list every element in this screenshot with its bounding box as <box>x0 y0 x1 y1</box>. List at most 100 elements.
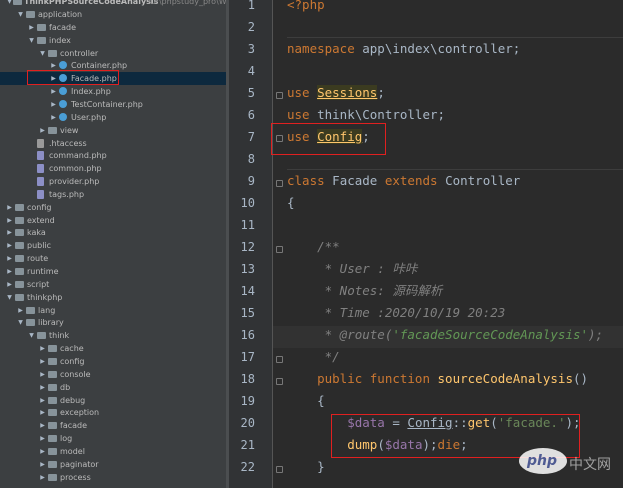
chevron-down-icon[interactable]: ▼ <box>6 0 13 8</box>
tree-item[interactable]: ▼ controller <box>0 47 229 60</box>
fold-marker-icon[interactable] <box>276 92 283 99</box>
tree-item[interactable]: ▶ paginator <box>0 458 229 471</box>
chevron-right-icon[interactable]: ▶ <box>6 278 13 291</box>
fold-marker-icon[interactable] <box>276 246 283 253</box>
tree-item[interactable]: ▶ model <box>0 445 229 458</box>
tree-item[interactable]: ▶ User.php <box>0 111 229 124</box>
chevron-right-icon[interactable]: ▶ <box>6 226 13 239</box>
chevron-right-icon[interactable]: ▶ <box>50 98 57 111</box>
tree-item[interactable]: ▶ console <box>0 368 229 381</box>
folder-icon <box>15 216 24 224</box>
tree-item[interactable]: ▶ runtime <box>0 265 229 278</box>
tree-item[interactable]: ▶ config <box>0 355 229 368</box>
chevron-right-icon[interactable]: ▶ <box>28 21 35 34</box>
chevron-right-icon[interactable]: ▶ <box>50 111 57 124</box>
chevron-right-icon[interactable]: ▶ <box>39 445 46 458</box>
tree-item[interactable]: provider.php <box>0 175 229 188</box>
tree-item[interactable]: ▶ kaka <box>0 226 229 239</box>
tree-item[interactable]: ▼ think <box>0 329 229 342</box>
tree-item-label: common.php <box>49 164 102 174</box>
tree-item[interactable]: ▶ route <box>0 252 229 265</box>
tree-item[interactable]: ▶ extend <box>0 214 229 227</box>
chevron-right-icon[interactable]: ▶ <box>6 265 13 278</box>
code-line-1: <?php <box>287 0 325 12</box>
chevron-right-icon[interactable]: ▶ <box>39 458 46 471</box>
tree-item[interactable]: ▶ debug <box>0 394 229 407</box>
chevron-down-icon[interactable]: ▼ <box>28 34 35 47</box>
tree-root-row[interactable]: ▼ ThinkPHPSourceCodeAnalysis D:\phpstudy… <box>0 0 229 8</box>
project-tree-panel: ▼ ThinkPHPSourceCodeAnalysis D:\phpstudy… <box>0 0 229 488</box>
code-line-3: namespace app\index\controller; <box>287 41 521 56</box>
fold-marker-icon[interactable] <box>276 180 283 187</box>
folder-icon <box>48 357 57 365</box>
annotation-box-facade-file <box>27 70 119 85</box>
chevron-down-icon[interactable]: ▼ <box>28 329 35 342</box>
chevron-right-icon[interactable]: ▶ <box>50 85 57 98</box>
folder-icon <box>48 383 57 391</box>
tree-item[interactable]: command.php <box>0 149 229 162</box>
tree-item[interactable]: ▶ lang <box>0 304 229 317</box>
tree-item[interactable]: ▶ facade <box>0 419 229 432</box>
tree-item[interactable]: ▶ script <box>0 278 229 291</box>
tree-item[interactable]: ▼ index <box>0 34 229 47</box>
fold-marker-icon[interactable] <box>276 466 283 473</box>
chevron-right-icon[interactable]: ▶ <box>39 406 46 419</box>
chevron-down-icon[interactable]: ▼ <box>6 291 13 304</box>
tree-item[interactable]: ▼ library <box>0 316 229 329</box>
chevron-down-icon[interactable]: ▼ <box>17 8 24 21</box>
tree-item[interactable]: ▶ config <box>0 201 229 214</box>
chevron-right-icon[interactable]: ▶ <box>39 124 46 137</box>
tree-item-label: extend <box>27 215 55 225</box>
tree-item[interactable]: ▶ db <box>0 381 229 394</box>
tree-item[interactable]: tags.php <box>0 188 229 201</box>
code-line-22: } <box>287 459 325 474</box>
tree-item-label: config <box>60 356 85 366</box>
chevron-right-icon[interactable]: ▶ <box>39 368 46 381</box>
tree-item[interactable]: common.php <box>0 162 229 175</box>
project-root-path: D:\phpstudy_pro\WWW\... <box>150 0 229 6</box>
tree-item[interactable]: ▶ exception <box>0 406 229 419</box>
chevron-right-icon[interactable]: ▶ <box>6 252 13 265</box>
php-class-icon <box>59 87 67 96</box>
code-line-10: { <box>287 195 295 210</box>
chevron-right-icon[interactable]: ▶ <box>39 381 46 394</box>
ide-window: ▼ ThinkPHPSourceCodeAnalysis D:\phpstudy… <box>0 0 623 488</box>
tree-item[interactable]: ▶ log <box>0 432 229 445</box>
chevron-right-icon[interactable]: ▶ <box>39 471 46 484</box>
tree-item-label: User.php <box>71 112 107 122</box>
tree-item[interactable]: ▶ Index.php <box>0 85 229 98</box>
tree-item[interactable]: ▶ facade <box>0 21 229 34</box>
tree-item-label: think <box>49 331 70 341</box>
tree-item[interactable]: .htaccess <box>0 137 229 150</box>
folder-icon <box>48 370 57 378</box>
chevron-right-icon[interactable]: ▶ <box>39 432 46 445</box>
code-line-18: public function sourceCodeAnalysis() <box>287 371 589 386</box>
tree-item-label: provider.php <box>49 177 100 187</box>
chevron-down-icon[interactable]: ▼ <box>39 47 46 60</box>
chevron-right-icon[interactable]: ▶ <box>39 355 46 368</box>
chevron-down-icon[interactable]: ▼ <box>17 316 24 329</box>
chevron-right-icon[interactable]: ▶ <box>6 239 13 252</box>
chevron-right-icon[interactable]: ▶ <box>17 304 24 317</box>
tree-item[interactable]: ▶ cache <box>0 342 229 355</box>
line-number: 7 <box>247 130 255 144</box>
project-root-label: ThinkPHPSourceCodeAnalysis <box>24 0 159 6</box>
tree-item[interactable]: ▼ application <box>0 8 229 21</box>
fold-marker-icon[interactable] <box>276 378 283 385</box>
tree-item[interactable]: ▼ thinkphp <box>0 291 229 304</box>
tree-item[interactable]: ▶ TestContainer.php <box>0 98 229 111</box>
chevron-right-icon[interactable]: ▶ <box>6 214 13 227</box>
tree-item[interactable]: ▶ public <box>0 239 229 252</box>
php-file-icon <box>37 164 44 174</box>
chevron-right-icon[interactable]: ▶ <box>6 201 13 214</box>
fold-marker-icon[interactable] <box>276 356 283 363</box>
folder-icon <box>37 332 46 340</box>
chevron-right-icon[interactable]: ▶ <box>39 342 46 355</box>
line-number: 21 <box>240 438 255 452</box>
php-file-icon <box>37 177 44 187</box>
tree-item[interactable]: ▶ view <box>0 124 229 137</box>
tree-item[interactable]: ▶ process <box>0 471 229 484</box>
chevron-right-icon[interactable]: ▶ <box>39 394 46 407</box>
chevron-right-icon[interactable]: ▶ <box>39 419 46 432</box>
tree-item-label: public <box>27 241 52 251</box>
